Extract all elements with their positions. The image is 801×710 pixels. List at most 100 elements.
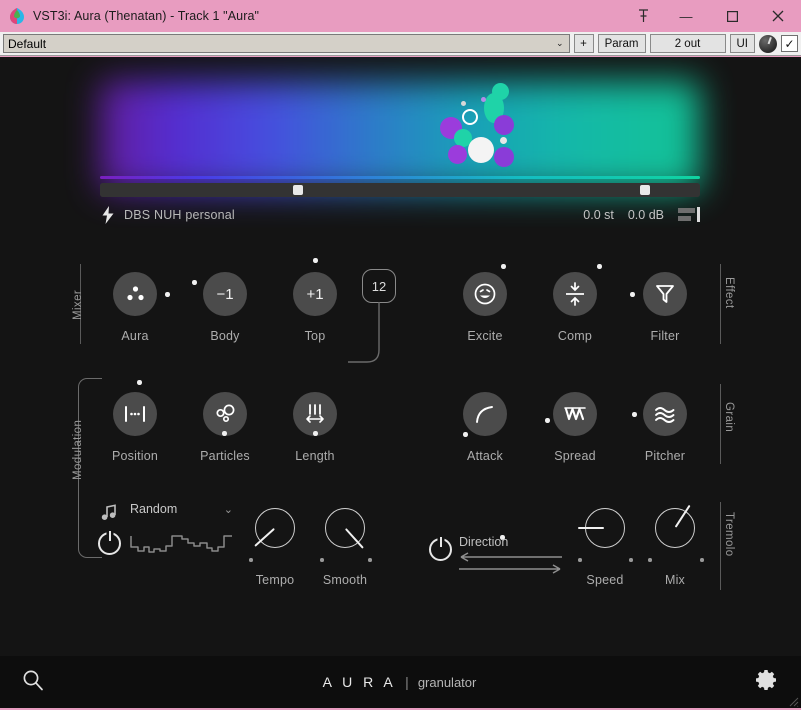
knob-label: Excite — [467, 329, 503, 343]
direction-arrows-icon[interactable] — [458, 552, 563, 576]
gear-icon[interactable] — [755, 668, 779, 697]
comp-knob[interactable] — [553, 272, 597, 316]
body-knob[interactable]: −1 — [203, 272, 247, 316]
bypass-checkbox[interactable]: ✓ — [781, 35, 798, 52]
knob-filter[interactable]: Filter — [620, 252, 710, 343]
knob-length[interactable]: Length — [270, 372, 360, 463]
particles-knob[interactable] — [203, 392, 247, 436]
knob-body[interactable]: −1 Body — [180, 252, 270, 343]
lightning-bolt-icon — [100, 206, 116, 224]
plugin-footer: A U R A | granulator — [0, 656, 801, 708]
level-meter-icon[interactable] — [678, 207, 700, 223]
brand: A U R A | granulator — [323, 674, 477, 690]
window-controls: — — [623, 0, 801, 32]
mod-dot — [165, 292, 170, 297]
lfo-power-button[interactable] — [98, 530, 121, 555]
lfo-waveform-display[interactable] — [130, 530, 233, 558]
mod-dot — [313, 431, 318, 436]
row-mixer-effect: Mixer Aura −1 Body +1 Top 12 Excite Comp… — [0, 252, 801, 540]
pin-button[interactable] — [623, 0, 663, 32]
knob-spread[interactable]: Spread — [530, 372, 620, 463]
knob-tick — [578, 558, 582, 562]
position-knob[interactable] — [113, 392, 157, 436]
sample-name: DBS NUH personal — [124, 208, 235, 222]
attack-knob[interactable] — [463, 392, 507, 436]
knob-label: Body — [210, 329, 240, 343]
preset-select[interactable]: Default ⌄ — [3, 34, 570, 53]
mix-knob[interactable] — [655, 504, 695, 548]
length-knob[interactable] — [293, 392, 337, 436]
knob-position[interactable]: Position — [90, 372, 180, 463]
filter-knob[interactable] — [643, 272, 687, 316]
tempo-pointer — [254, 527, 275, 547]
position-markers-icon — [125, 406, 145, 422]
mod-dot — [222, 431, 227, 436]
particle-ring — [462, 109, 478, 125]
resize-grip[interactable] — [787, 694, 799, 707]
particles-icon — [216, 404, 235, 423]
knob-attack[interactable]: Attack — [440, 372, 530, 463]
knob-aura[interactable]: Aura — [90, 252, 180, 343]
waves-icon — [655, 407, 675, 423]
mod-dot — [501, 264, 506, 269]
knob-comp[interactable]: Comp — [530, 252, 620, 343]
chevron-down-icon: ⌄ — [555, 38, 564, 48]
knob-smooth[interactable]: Smooth — [300, 490, 390, 587]
knob-tick — [368, 558, 372, 562]
plugin-window: VST3i: Aura (Thenatan) - Track 1 "Aura" … — [0, 0, 801, 710]
funnel-icon — [656, 285, 674, 303]
waveform-display[interactable]: DBS NUH personal 0.0 st 0.0 dB — [0, 71, 801, 236]
knob-tick — [648, 558, 652, 562]
voices-badge[interactable]: 12 — [362, 269, 396, 303]
add-preset-button[interactable]: + — [573, 34, 594, 53]
knob-particles[interactable]: Particles — [180, 372, 270, 463]
zigzag-icon — [564, 407, 586, 421]
knob-top[interactable]: +1 Top — [270, 252, 360, 343]
output-button[interactable]: 2 out — [649, 34, 726, 53]
knob-tick — [700, 558, 704, 562]
sample-info-row: DBS NUH personal 0.0 st 0.0 dB — [100, 204, 700, 226]
param-button[interactable]: Param — [597, 34, 646, 53]
close-button[interactable] — [755, 0, 801, 32]
top-knob[interactable]: +1 — [293, 272, 337, 316]
knob-pitcher[interactable]: Pitcher — [620, 372, 710, 463]
smiley-icon — [474, 283, 496, 305]
brand-subtitle: granulator — [417, 675, 477, 690]
knob-label: Position — [111, 449, 159, 463]
power-icon — [98, 530, 121, 555]
effect-rail — [720, 264, 721, 344]
mod-dot — [632, 412, 637, 417]
knob-mix[interactable]: Mix — [630, 490, 720, 587]
sample-range-slider[interactable] — [100, 183, 700, 197]
tremolo-rail — [720, 502, 721, 590]
direction-label: Direction — [459, 535, 509, 549]
tempo-knob[interactable] — [254, 508, 295, 548]
smooth-knob[interactable] — [325, 508, 365, 549]
top-value: +1 — [306, 285, 324, 303]
aura-knob[interactable] — [113, 272, 157, 316]
gain-value[interactable]: 0.0 dB — [628, 208, 664, 222]
host-knob[interactable] — [759, 34, 777, 53]
spectrum-gradient — [100, 81, 700, 191]
excite-knob[interactable] — [463, 272, 507, 316]
pitch-value[interactable]: 0.0 st — [583, 208, 614, 222]
particle-blob — [468, 137, 494, 163]
mod-dot — [192, 280, 197, 285]
knob-label: Particles — [200, 449, 250, 463]
lfo-shape-select[interactable]: Random ⌄ — [130, 502, 233, 516]
search-icon[interactable] — [22, 669, 44, 696]
knob-excite[interactable]: Excite — [440, 252, 530, 343]
spread-knob[interactable] — [553, 392, 597, 436]
ui-button[interactable]: UI — [729, 34, 755, 53]
sample-values: 0.0 st 0.0 dB — [583, 207, 700, 223]
tremolo-power-button[interactable] — [429, 536, 452, 561]
speed-knob[interactable] — [578, 508, 625, 548]
pitcher-knob[interactable] — [643, 392, 687, 436]
maximize-button[interactable] — [709, 0, 755, 32]
lfo-shape-value: Random — [130, 502, 178, 516]
range-handle-end[interactable] — [640, 185, 650, 195]
range-handle-start[interactable] — [293, 185, 303, 195]
window-title: VST3i: Aura (Thenatan) - Track 1 "Aura" — [33, 9, 260, 23]
minimize-button[interactable]: — — [663, 0, 709, 32]
mod-dot — [597, 264, 602, 269]
